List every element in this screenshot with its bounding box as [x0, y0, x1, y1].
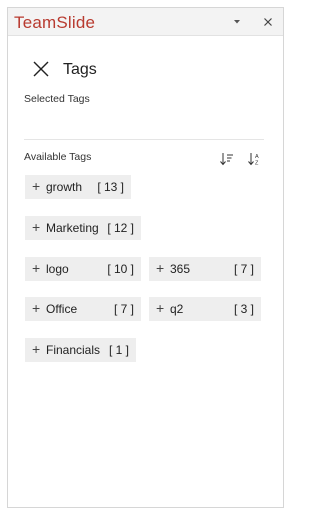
selected-tags-label: Selected Tags — [24, 93, 90, 105]
sort-by-count-button[interactable] — [220, 152, 234, 166]
title-bar: TeamSlide — [8, 8, 283, 36]
chevron-down-icon — [234, 20, 240, 24]
tag-name: logo — [46, 262, 69, 276]
tag-count: [ 13 ] — [97, 180, 124, 194]
svg-text:Z: Z — [255, 161, 259, 167]
tag-count: [ 7 ] — [233, 262, 254, 276]
close-tags-button[interactable] — [33, 61, 49, 77]
plus-icon: + — [32, 260, 41, 276]
page-title: Tags — [63, 61, 97, 78]
tag-chip[interactable]: + Financials [ 1 ] — [25, 338, 136, 362]
teamslide-pane: TeamSlide Tags Selected Tags Available T… — [7, 7, 284, 508]
plus-icon: + — [156, 300, 165, 316]
tag-name: Financials — [46, 343, 101, 357]
pane-options-button[interactable] — [229, 14, 245, 30]
tag-chip[interactable]: + Marketing [ 12 ] — [25, 216, 141, 240]
tag-name: Marketing — [46, 221, 99, 235]
svg-text:A: A — [255, 154, 259, 160]
tag-count: [ 3 ] — [233, 302, 254, 316]
plus-icon: + — [32, 300, 41, 316]
plus-icon: + — [32, 219, 41, 235]
sort-alphabetical-icon: A Z — [248, 153, 259, 167]
sort-alphabetical-button[interactable]: A Z — [248, 152, 262, 167]
tag-name: growth — [46, 180, 83, 194]
tag-name: Office — [46, 302, 78, 316]
tag-chip[interactable]: + logo [ 10 ] — [25, 257, 141, 281]
tag-count: [ 7 ] — [113, 302, 134, 316]
plus-icon: + — [156, 260, 165, 276]
plus-icon: + — [32, 178, 41, 194]
tag-chip[interactable]: + q2 [ 3 ] — [149, 297, 261, 321]
available-tags-label: Available Tags — [24, 151, 92, 163]
tag-count: [ 10 ] — [107, 262, 134, 276]
tag-name: q2 — [170, 302, 184, 316]
close-icon — [264, 18, 272, 26]
sort-descending-icon — [220, 153, 233, 166]
plus-icon: + — [32, 341, 41, 357]
tag-count: [ 1 ] — [108, 343, 129, 357]
pane-close-button[interactable] — [260, 14, 276, 30]
divider — [24, 139, 264, 140]
tag-chip[interactable]: + growth [ 13 ] — [25, 175, 131, 199]
tag-chip[interactable]: + Office [ 7 ] — [25, 297, 141, 321]
tag-chip[interactable]: + 365 [ 7 ] — [149, 257, 261, 281]
tag-name: 365 — [170, 262, 191, 276]
tag-count: [ 12 ] — [107, 221, 134, 235]
close-icon — [33, 61, 49, 77]
app-title: TeamSlide — [14, 13, 96, 32]
